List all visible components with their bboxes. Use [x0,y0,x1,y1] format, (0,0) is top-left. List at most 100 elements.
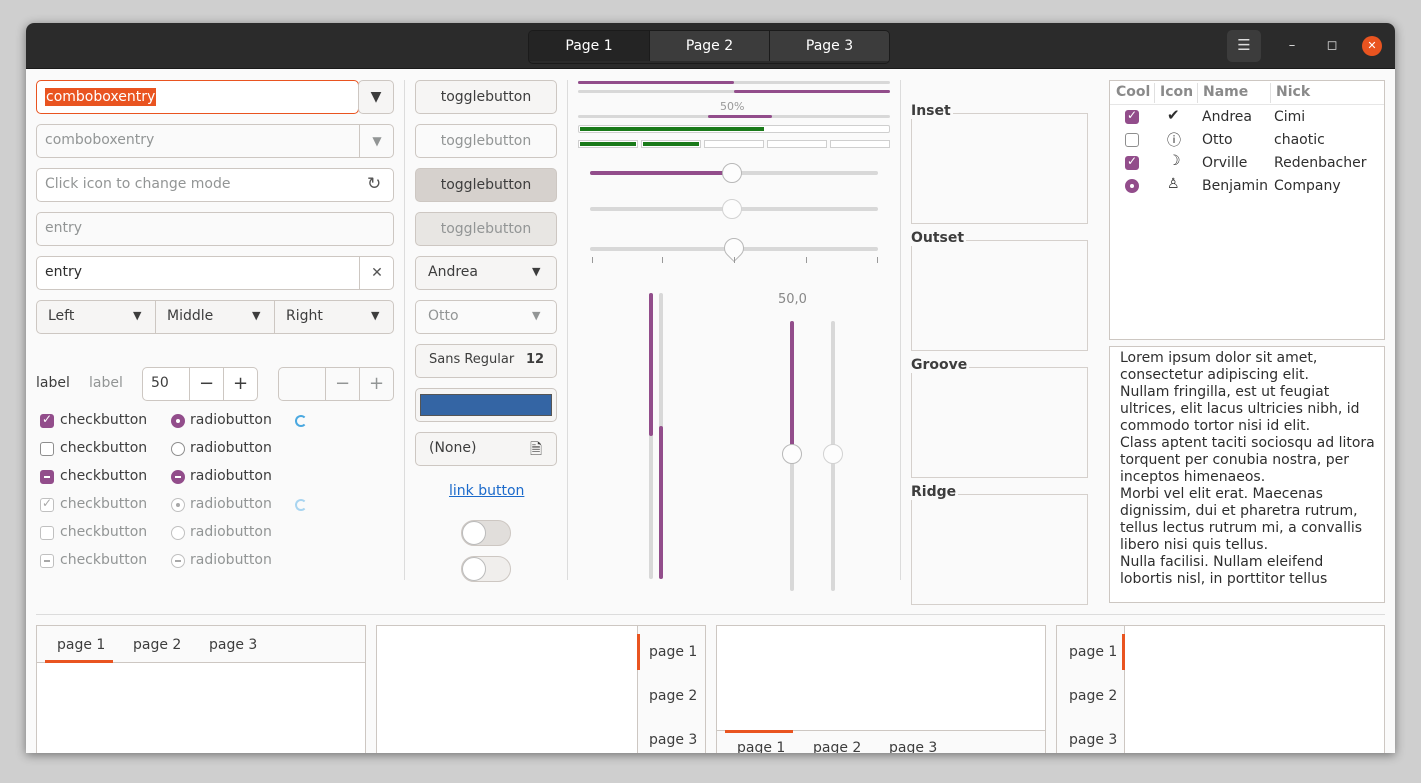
column-header[interactable]: Nick [1276,84,1310,100]
checkbox-unchecked[interactable] [40,442,54,456]
titlebar: Page 1 Page 2 Page 3 ☰ – ◻ ✕ [26,23,1395,69]
notebook-tab[interactable]: page 2 [649,688,697,704]
chevron-down-icon: ▼ [359,125,394,157]
color-button[interactable] [415,388,557,422]
v-progress-bar-inverted [659,293,663,579]
radiobutton-label: radiobutton [190,468,272,484]
radiobutton-label: radiobutton [190,524,272,540]
radio-mixed[interactable] [171,470,185,484]
combo-middle[interactable]: Middle ▼ [155,300,275,334]
person-icon: ♙ [1167,176,1180,192]
notebook-right: page 1 page 2 page 3 [376,625,706,753]
radio-unchecked[interactable] [171,442,185,456]
notebook-tab[interactable]: page 3 [209,637,257,653]
link-button[interactable]: link button [449,483,524,499]
radiobutton-label: radiobutton [190,440,272,456]
clear-icon[interactable]: ✕ [359,257,394,289]
entry-with-clear[interactable]: entry ✕ [36,256,394,290]
tree-row-checkbox[interactable]: ✓ [1125,108,1139,124]
notebook-tab[interactable]: page 2 [813,740,861,753]
switch-off-disabled [461,556,511,582]
combo-left[interactable]: Left ▼ [36,300,156,334]
combo-andrea[interactable]: Andrea ▼ [415,256,557,290]
progress-bar [578,81,890,84]
checkbutton-label: checkbutton [60,468,148,484]
app-window: Page 1 Page 2 Page 3 ☰ – ◻ ✕ comboboxent… [26,23,1395,753]
radio-mixed-disabled [171,554,185,568]
notebook-tab[interactable]: page 1 [1069,644,1117,660]
checkbutton-label: checkbutton [60,440,148,456]
label-disabled: label [89,375,123,391]
notebook-tab[interactable]: page 3 [889,740,937,753]
checkbox-mixed-disabled [40,554,54,568]
column-header[interactable]: Cool [1116,84,1150,100]
frame-label: Ridge [911,484,959,500]
scale-knob [722,199,742,219]
checkbox-mixed[interactable] [40,470,54,484]
refresh-icon[interactable]: ↻ [367,174,381,194]
notebook-tab[interactable]: page 3 [649,732,697,748]
checkbox-unchecked-disabled [40,526,54,540]
spinner-icon [295,415,307,427]
chevron-down-icon: ▼ [371,309,380,322]
toggle-button[interactable]: togglebutton [415,80,557,114]
chevron-down-icon[interactable]: ▼ [358,80,394,114]
toggle-button-disabled: togglebutton [415,124,557,158]
scale-knob[interactable] [782,444,802,464]
stack-switcher: Page 1 Page 2 Page 3 [528,30,890,64]
combo-right[interactable]: Right ▼ [274,300,394,334]
notebook-tab[interactable]: page 1 [737,740,785,753]
file-chooser-label: (None) [429,440,477,456]
stack-tab-page-3[interactable]: Page 3 [769,31,889,61]
combo-otto-disabled: Otto ▼ [415,300,557,334]
radiobutton-label: radiobutton [190,552,272,568]
check-icon: ✓ [42,412,53,426]
column-header[interactable]: Name [1203,84,1248,100]
radio-checked[interactable] [171,414,185,428]
switch-off[interactable] [461,520,511,546]
chevron-down-icon: ▼ [252,309,261,322]
notebook-tab[interactable]: page 1 [649,644,697,660]
frame-ridge [911,494,1088,605]
file-chooser-button[interactable]: (None) 🗎 [415,432,557,466]
frame-inset [911,113,1088,224]
notebook-tab[interactable]: page 2 [133,637,181,653]
close-icon[interactable]: ✕ [1362,36,1382,56]
notebook-tab[interactable]: page 1 [57,637,105,653]
tree-row-checkbox[interactable] [1125,133,1139,147]
plus-icon[interactable]: + [223,368,257,400]
spin-button[interactable]: 50 − + [142,367,258,401]
separator [567,80,568,580]
toggle-button-active[interactable]: togglebutton [415,168,557,202]
scale-knob[interactable] [722,163,742,183]
notebook-tab[interactable]: page 3 [1069,732,1117,748]
check-circle-icon: ✔ [1167,106,1180,124]
notebook-tab[interactable]: page 2 [1069,688,1117,704]
minimize-icon[interactable]: – [1283,37,1301,55]
chevron-down-icon: ▼ [532,265,541,278]
text-view[interactable]: Lorem ipsum dolor sit amet, consectetur … [1109,346,1385,603]
frame-label: Inset [911,103,953,119]
minus-icon[interactable]: − [189,368,223,400]
tree-cell-name: Orville [1202,155,1248,171]
combo-entry-active[interactable]: comboboxentry [36,80,359,114]
stack-tab-page-2[interactable]: Page 2 [649,31,769,61]
separator [36,614,1385,615]
tree-row-radio[interactable] [1125,179,1139,193]
stack-tab-page-1[interactable]: Page 1 [529,31,649,61]
column-header[interactable]: Icon [1160,84,1193,100]
checkbox-checked[interactable]: ✓ [40,412,54,428]
font-name: Sans Regular [429,352,515,367]
radio-unchecked-disabled [171,526,185,540]
maximize-icon[interactable]: ◻ [1323,37,1341,55]
level-bar [578,125,890,133]
hamburger-icon[interactable]: ☰ [1227,30,1261,62]
checkbutton-label: checkbutton [60,524,148,540]
progress-bar-inverted [578,90,890,93]
font-button[interactable]: Sans Regular 12 [415,344,557,378]
tree-cell-name: Benjamin [1202,178,1268,194]
tree-row-checkbox[interactable]: ✓ [1125,154,1139,170]
scale-value: 50,0 [778,292,807,307]
icon-entry[interactable]: Click icon to change mode ↻ [36,168,394,202]
text-view-content: Lorem ipsum dolor sit amet, consectetur … [1120,350,1375,587]
